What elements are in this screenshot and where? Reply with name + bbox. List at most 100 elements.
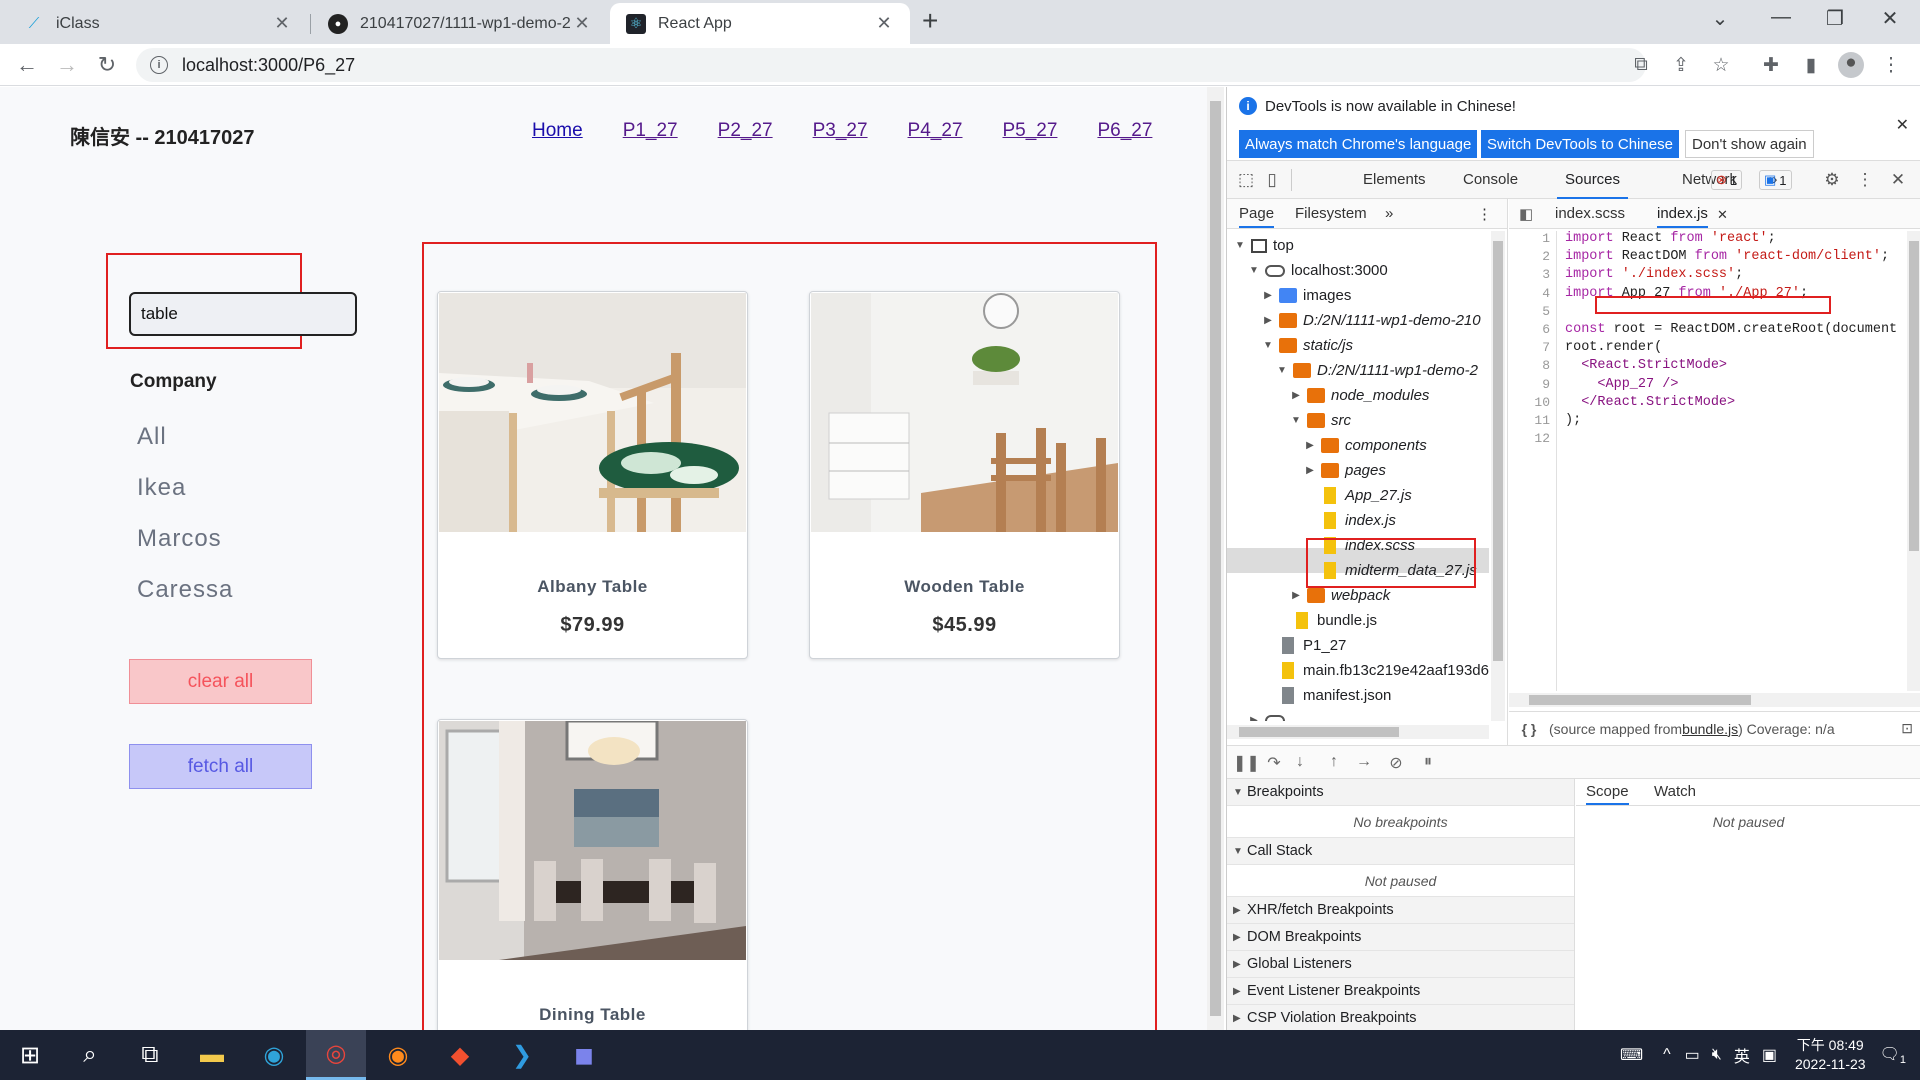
deactivate-breakpoints-icon[interactable]: ⊘ — [1385, 753, 1407, 773]
tab-sources[interactable]: Sources — [1557, 161, 1629, 199]
tree-node-p1[interactable]: P1_27 — [1261, 633, 1346, 658]
volume-muted-icon[interactable]: 🔇︎ — [1712, 1046, 1722, 1064]
editor-tab-index-scss[interactable]: index.scss — [1555, 205, 1625, 222]
navigator-menu-icon[interactable]: ⋮ — [1477, 205, 1492, 223]
firefox-icon[interactable]: ◉ — [368, 1030, 428, 1080]
edge-icon[interactable]: ◉ — [244, 1030, 304, 1080]
nav-link-p2[interactable]: P2_27 — [718, 120, 773, 142]
share-icon[interactable]: ⇪ — [1668, 54, 1694, 77]
product-card[interactable]: Wooden Table $45.99 — [809, 291, 1120, 659]
tab-console[interactable]: Console — [1463, 161, 1518, 199]
error-count-badge[interactable]: ⊗ 1 — [1711, 170, 1743, 190]
tree-node-manifest[interactable]: manifest.json — [1261, 683, 1391, 708]
tree-node-project-root[interactable]: ▶ D:/2N/1111-wp1-demo-210 — [1261, 308, 1480, 333]
site-info-icon[interactable]: i — [150, 56, 168, 74]
step-into-icon[interactable]: ↓ — [1289, 753, 1311, 771]
pause-icon[interactable]: ❚❚ — [1233, 753, 1260, 773]
nav-link-p1[interactable]: P1_27 — [623, 120, 678, 142]
tab-search-chevron-icon[interactable]: ⌄ — [1700, 6, 1740, 31]
tree-node-top[interactable]: ▼ top — [1233, 233, 1294, 258]
reload-icon[interactable]: ↻ — [92, 52, 122, 78]
forward-arrow-icon[interactable]: → — [52, 52, 82, 78]
match-language-button[interactable]: Always match Chrome's language — [1239, 130, 1478, 158]
section-breakpoints[interactable]: ▼ Breakpoints — [1227, 779, 1574, 806]
browser-tab-github[interactable]: ● 210417027/1111-wp1-demo-2 ✕ — [312, 3, 608, 44]
chrome-icon[interactable]: ◎ — [306, 1030, 366, 1080]
tree-node-other[interactable]: ▶. — [1247, 708, 1295, 721]
notifications-icon[interactable]: 🗨︎1 — [1880, 1044, 1906, 1066]
close-tab-icon[interactable]: ✕ — [874, 13, 894, 34]
side-panel-icon[interactable]: ▮ — [1798, 54, 1824, 77]
devtools-menu-icon[interactable]: ⋮ — [1854, 170, 1876, 190]
ime-indicator[interactable]: 英 — [1734, 1043, 1750, 1067]
section-call-stack[interactable]: ▼ Call Stack — [1227, 838, 1574, 865]
product-card[interactable]: Dining Table — [437, 719, 748, 1030]
git-icon[interactable]: ◆ — [430, 1030, 490, 1080]
profile-avatar-icon[interactable]: ● — [1838, 52, 1864, 78]
browser-tab-iclass[interactable]: ⟋ iClass ✕ — [8, 3, 308, 44]
scrollbar-thumb[interactable] — [1493, 241, 1503, 661]
nav-link-home[interactable]: Home — [532, 120, 583, 142]
tree-node-localhost[interactable]: ▼ localhost:3000 — [1247, 258, 1388, 283]
close-tab-icon[interactable]: ✕ — [572, 13, 592, 34]
search-icon[interactable]: ⌕ — [60, 1030, 120, 1080]
nav-tab-filesystem[interactable]: Filesystem — [1295, 205, 1367, 222]
tree-node-project-dir[interactable]: ▼ D:/2N/1111-wp1-demo-2 — [1275, 358, 1478, 383]
navigator-vertical-scrollbar[interactable] — [1491, 231, 1505, 721]
message-count-badge[interactable]: ▣ 1 — [1759, 170, 1792, 190]
search-input[interactable] — [129, 292, 357, 336]
clear-all-button[interactable]: clear all — [129, 659, 312, 704]
company-filter-all[interactable]: All — [137, 423, 233, 474]
toggle-navigator-icon[interactable]: ◧ — [1519, 205, 1533, 223]
page-scrollbar[interactable] — [1207, 87, 1224, 1030]
pause-on-exceptions-icon[interactable]: ⏸ — [1417, 753, 1439, 771]
tab-elements[interactable]: Elements — [1363, 161, 1426, 199]
vscode-icon[interactable]: ❯ — [492, 1030, 552, 1080]
inspect-element-icon[interactable]: ⬚ — [1235, 170, 1257, 190]
step-icon[interactable]: → — [1353, 753, 1375, 771]
step-out-icon[interactable]: ↑ — [1323, 753, 1345, 771]
tree-node-components[interactable]: ▶ components — [1303, 433, 1427, 458]
page-scrollbar-thumb[interactable] — [1210, 101, 1221, 1016]
section-global-listeners[interactable]: ▶ Global Listeners — [1227, 951, 1574, 978]
code-content[interactable]: import React from 'react'; import ReactD… — [1565, 231, 1905, 691]
fetch-all-button[interactable]: fetch all — [129, 744, 312, 789]
company-filter-ikea[interactable]: Ikea — [137, 474, 233, 525]
tree-node-index-js[interactable]: index.js — [1317, 508, 1396, 533]
tree-node-node-modules[interactable]: ▶ node_modules — [1289, 383, 1429, 408]
company-filter-marcos[interactable]: Marcos — [137, 525, 233, 576]
tab-watch[interactable]: Watch — [1654, 783, 1696, 800]
nav-link-p4[interactable]: P4_27 — [908, 120, 963, 142]
section-event-listener-breakpoints[interactable]: ▶ Event Listener Breakpoints — [1227, 978, 1574, 1005]
tree-node-pages[interactable]: ▶ pages — [1303, 458, 1386, 483]
settings-gear-icon[interactable]: ⚙ — [1821, 170, 1843, 190]
switch-to-chinese-button[interactable]: Switch DevTools to Chinese — [1481, 130, 1679, 158]
device-toolbar-icon[interactable]: ▯ — [1261, 170, 1283, 190]
editor-tab-index-js[interactable]: index.js — [1657, 205, 1708, 228]
close-editor-tab-icon[interactable]: ✕ — [1717, 207, 1728, 223]
scrollbar-thumb[interactable] — [1529, 695, 1751, 705]
section-csp-breakpoints[interactable]: ▶ CSP Violation Breakpoints — [1227, 1005, 1574, 1030]
dont-show-again-button[interactable]: Don't show again — [1685, 130, 1814, 158]
close-banner-icon[interactable]: ✕ — [1896, 115, 1909, 135]
pretty-print-icon[interactable]: { } — [1509, 721, 1549, 737]
close-devtools-icon[interactable]: ✕ — [1887, 170, 1909, 190]
tree-node-main-css[interactable]: main.fb13c219e42aaf193d6 — [1261, 658, 1489, 683]
scrollbar-thumb[interactable] — [1239, 727, 1399, 737]
nav-link-p3[interactable]: P3_27 — [813, 120, 868, 142]
scrollbar-thumb[interactable] — [1909, 241, 1919, 551]
tree-node-app-js[interactable]: App_27.js — [1317, 483, 1412, 508]
translate-icon[interactable]: ⧉ — [1628, 54, 1654, 76]
restore-icon[interactable]: ❐ — [1815, 6, 1855, 31]
keyboard-layout-icon[interactable]: ⌨ — [1620, 1045, 1643, 1065]
tree-node-bundle-js[interactable]: bundle.js — [1275, 608, 1377, 633]
tab-scope[interactable]: Scope — [1586, 783, 1629, 805]
back-arrow-icon[interactable]: ← — [12, 52, 42, 78]
network-icon[interactable]: ▭ — [1685, 1045, 1700, 1065]
new-tab-button[interactable]: + — [922, 7, 938, 35]
show-hidden-icons-chevron-icon[interactable]: ^ — [1663, 1046, 1671, 1064]
ime-mode-icon[interactable]: ▣ — [1762, 1045, 1777, 1065]
coverage-toggle-icon[interactable]: ⊡ — [1901, 720, 1913, 737]
close-window-icon[interactable]: ✕ — [1870, 6, 1910, 31]
section-xhr-breakpoints[interactable]: ▶ XHR/fetch Breakpoints — [1227, 897, 1574, 924]
